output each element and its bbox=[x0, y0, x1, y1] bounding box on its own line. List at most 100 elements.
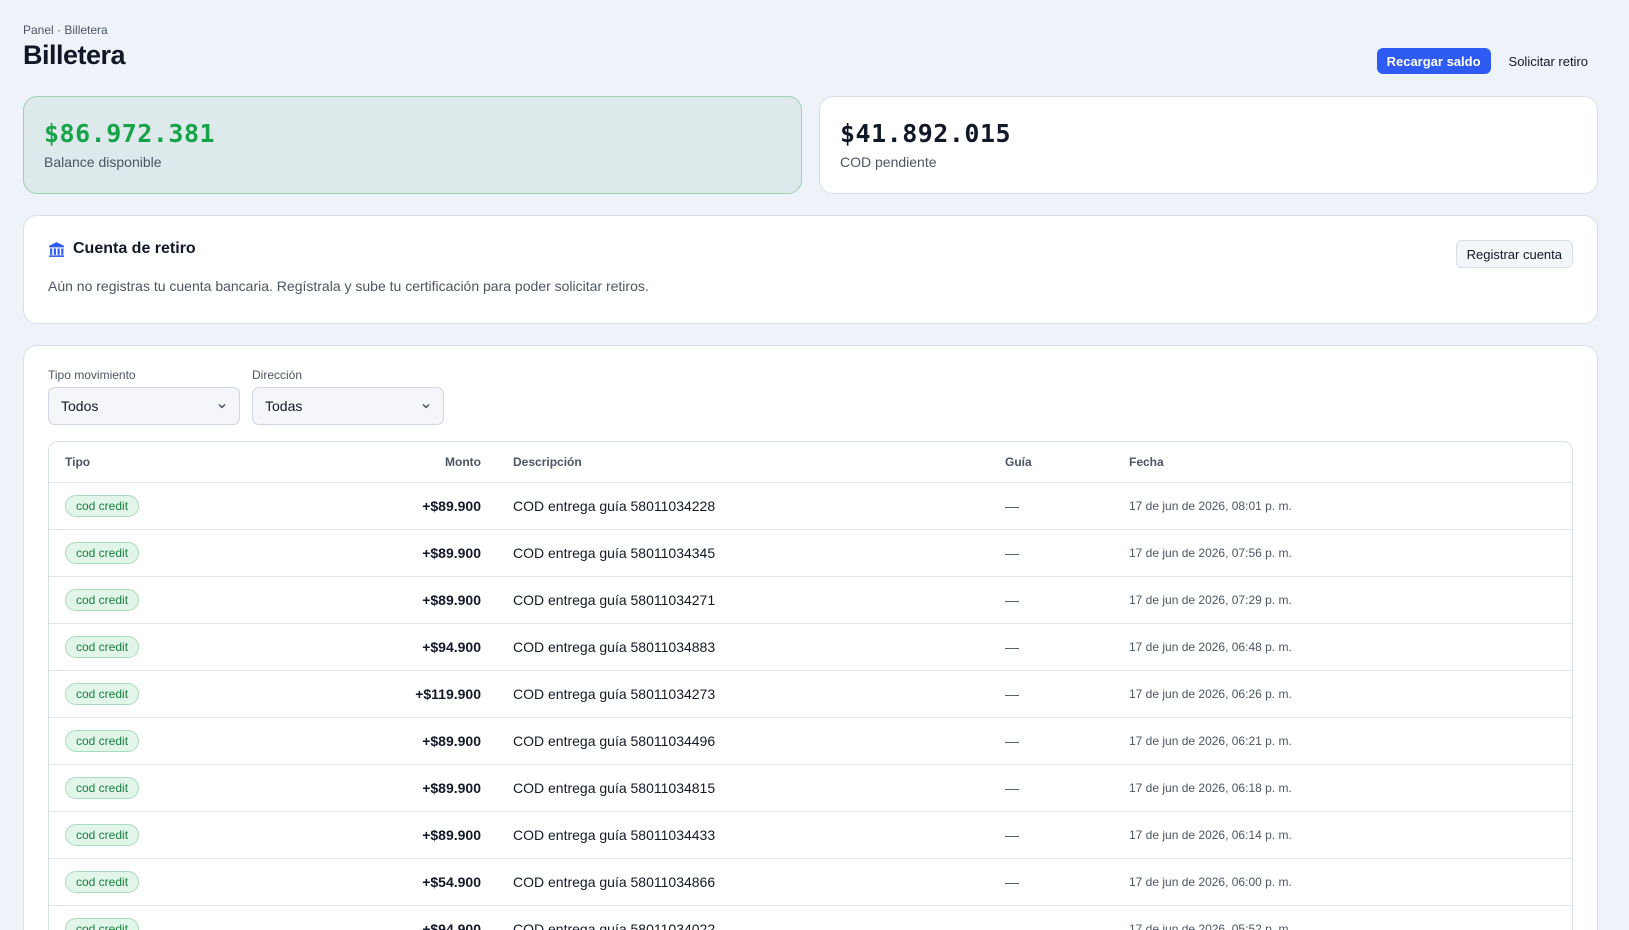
table-row: cod credit +$89.900 COD entrega guía 580… bbox=[49, 482, 1572, 530]
date-cell: 17 de jun de 2026, 06:00 p. m. bbox=[1113, 858, 1572, 906]
amount-cell: +$89.900 bbox=[257, 576, 497, 624]
amount-cell: +$89.900 bbox=[257, 482, 497, 530]
filter-type-value: Todos bbox=[61, 398, 99, 414]
table-row: cod credit +$89.900 COD entrega guía 580… bbox=[49, 811, 1572, 859]
filter-direction-label: Dirección bbox=[252, 368, 303, 382]
movements-card: Tipo movimiento Todos Dirección Todas Ti… bbox=[23, 345, 1598, 930]
movements-table-wrapper: Tipo Monto Descripción Guía Fecha cod cr… bbox=[48, 441, 1573, 930]
date-cell: 17 de jun de 2026, 06:48 p. m. bbox=[1113, 623, 1572, 671]
filter-type-select[interactable]: Todos bbox=[48, 387, 240, 425]
amount-cell: +$89.900 bbox=[257, 717, 497, 765]
withdraw-account-header: Cuenta de retiro bbox=[48, 240, 1573, 258]
guide-cell: — bbox=[989, 529, 1113, 577]
withdraw-account-card: Cuenta de retiro Aún no registras tu cue… bbox=[23, 215, 1598, 324]
description-cell: COD entrega guía 58011034345 bbox=[497, 529, 989, 577]
guide-cell: — bbox=[989, 811, 1113, 859]
table-row: cod credit +$89.900 COD entrega guía 580… bbox=[49, 576, 1572, 624]
wallet-page: Panel · Billetera Billetera Recargar sal… bbox=[0, 0, 1629, 930]
guide-cell: — bbox=[989, 717, 1113, 765]
date-cell: 17 de jun de 2026, 07:29 p. m. bbox=[1113, 576, 1572, 624]
description-cell: COD entrega guía 58011034496 bbox=[497, 717, 989, 765]
table-row: cod credit +$119.900 COD entrega guía 58… bbox=[49, 670, 1572, 718]
type-badge: cod credit bbox=[65, 917, 140, 930]
bank-icon bbox=[49, 241, 64, 257]
column-header-type: Tipo bbox=[49, 442, 257, 483]
guide-cell: — bbox=[989, 764, 1113, 812]
page-header: Panel · Billetera Billetera Recargar sal… bbox=[23, 0, 1598, 96]
guide-cell: — bbox=[989, 482, 1113, 530]
description-cell: COD entrega guía 58011034883 bbox=[497, 623, 989, 671]
filter-direction-select[interactable]: Todas bbox=[252, 387, 444, 425]
movements-table: Tipo Monto Descripción Guía Fecha cod cr… bbox=[49, 442, 1572, 930]
cod-pending-amount: $41.892.015 bbox=[840, 119, 1012, 148]
table-row: cod credit +$54.900 COD entrega guía 580… bbox=[49, 858, 1572, 906]
date-cell: 17 de jun de 2026, 05:52 p. m. bbox=[1113, 905, 1572, 930]
description-cell: COD entrega guía 58011034228 bbox=[497, 482, 989, 530]
date-cell: 17 de jun de 2026, 06:26 p. m. bbox=[1113, 670, 1572, 718]
date-cell: 17 de jun de 2026, 07:56 p. m. bbox=[1113, 529, 1572, 577]
description-cell: COD entrega guía 58011034271 bbox=[497, 576, 989, 624]
guide-cell: — bbox=[989, 576, 1113, 624]
date-cell: 17 de jun de 2026, 08:01 p. m. bbox=[1113, 482, 1572, 530]
amount-cell: +$94.900 bbox=[257, 905, 497, 930]
type-badge: cod credit bbox=[65, 494, 140, 517]
filter-direction-value: Todas bbox=[265, 398, 303, 414]
page-title: Billetera bbox=[23, 40, 126, 70]
amount-cell: +$54.900 bbox=[257, 858, 497, 906]
filter-type: Tipo movimiento Todos bbox=[48, 368, 240, 425]
description-cell: COD entrega guía 58011034433 bbox=[497, 811, 989, 859]
guide-cell: — bbox=[989, 858, 1113, 906]
date-cell: 17 de jun de 2026, 06:14 p. m. bbox=[1113, 811, 1572, 859]
table-row: cod credit +$89.900 COD entrega guía 580… bbox=[49, 717, 1572, 765]
amount-cell: +$94.900 bbox=[257, 623, 497, 671]
type-badge: cod credit bbox=[65, 823, 140, 846]
guide-cell: — bbox=[989, 623, 1113, 671]
column-header-guide: Guía bbox=[989, 442, 1113, 483]
description-cell: COD entrega guía 58011034815 bbox=[497, 764, 989, 812]
column-header-date: Fecha bbox=[1113, 442, 1572, 483]
date-cell: 17 de jun de 2026, 06:21 p. m. bbox=[1113, 717, 1572, 765]
available-balance-card: $86.972.381 Balance disponible bbox=[23, 96, 802, 194]
withdraw-account-title: Cuenta de retiro bbox=[73, 240, 196, 257]
filters: Tipo movimiento Todos Dirección Todas bbox=[48, 368, 1573, 425]
amount-cell: +$89.900 bbox=[257, 764, 497, 812]
filter-type-label: Tipo movimiento bbox=[48, 368, 136, 382]
description-cell: COD entrega guía 58011034866 bbox=[497, 858, 989, 906]
type-badge: cod credit bbox=[65, 682, 140, 705]
table-row: cod credit +$94.900 COD entrega guía 580… bbox=[49, 623, 1572, 671]
header-actions: Recargar saldo Solicitar retiro bbox=[1376, 48, 1598, 74]
recharge-balance-button[interactable]: Recargar saldo bbox=[1376, 48, 1491, 74]
chevron-down-icon bbox=[422, 404, 430, 409]
description-cell: COD entrega guía 58011034022 bbox=[497, 905, 989, 930]
column-header-amount: Monto bbox=[257, 442, 497, 483]
balance-cards: $86.972.381 Balance disponible $41.892.0… bbox=[23, 96, 1598, 194]
column-header-description: Descripción bbox=[497, 442, 989, 483]
type-badge: cod credit bbox=[65, 635, 140, 658]
chevron-down-icon bbox=[218, 404, 226, 409]
type-badge: cod credit bbox=[65, 541, 140, 564]
amount-cell: +$89.900 bbox=[257, 811, 497, 859]
cod-pending-card: $41.892.015 COD pendiente bbox=[819, 96, 1598, 194]
amount-cell: +$119.900 bbox=[257, 670, 497, 718]
guide-cell: — bbox=[989, 905, 1113, 930]
type-badge: cod credit bbox=[65, 776, 140, 799]
register-account-button[interactable]: Registrar cuenta bbox=[1455, 240, 1573, 268]
amount-cell: +$89.900 bbox=[257, 529, 497, 577]
available-balance-amount: $86.972.381 bbox=[44, 119, 216, 148]
cod-pending-label: COD pendiente bbox=[840, 154, 937, 170]
table-header-row: Tipo Monto Descripción Guía Fecha bbox=[49, 442, 1572, 483]
guide-cell: — bbox=[989, 670, 1113, 718]
request-withdrawal-button[interactable]: Solicitar retiro bbox=[1499, 48, 1598, 74]
type-badge: cod credit bbox=[65, 870, 140, 893]
breadcrumb: Panel · Billetera bbox=[23, 23, 108, 37]
description-cell: COD entrega guía 58011034273 bbox=[497, 670, 989, 718]
available-balance-label: Balance disponible bbox=[44, 154, 162, 170]
date-cell: 17 de jun de 2026, 06:18 p. m. bbox=[1113, 764, 1572, 812]
type-badge: cod credit bbox=[65, 588, 140, 611]
type-badge: cod credit bbox=[65, 729, 140, 752]
table-row: cod credit +$94.900 COD entrega guía 580… bbox=[49, 905, 1572, 930]
withdraw-account-description: Aún no registras tu cuenta bancaria. Reg… bbox=[48, 278, 649, 294]
table-row: cod credit +$89.900 COD entrega guía 580… bbox=[49, 529, 1572, 577]
filter-direction: Dirección Todas bbox=[252, 368, 444, 425]
table-row: cod credit +$89.900 COD entrega guía 580… bbox=[49, 764, 1572, 812]
